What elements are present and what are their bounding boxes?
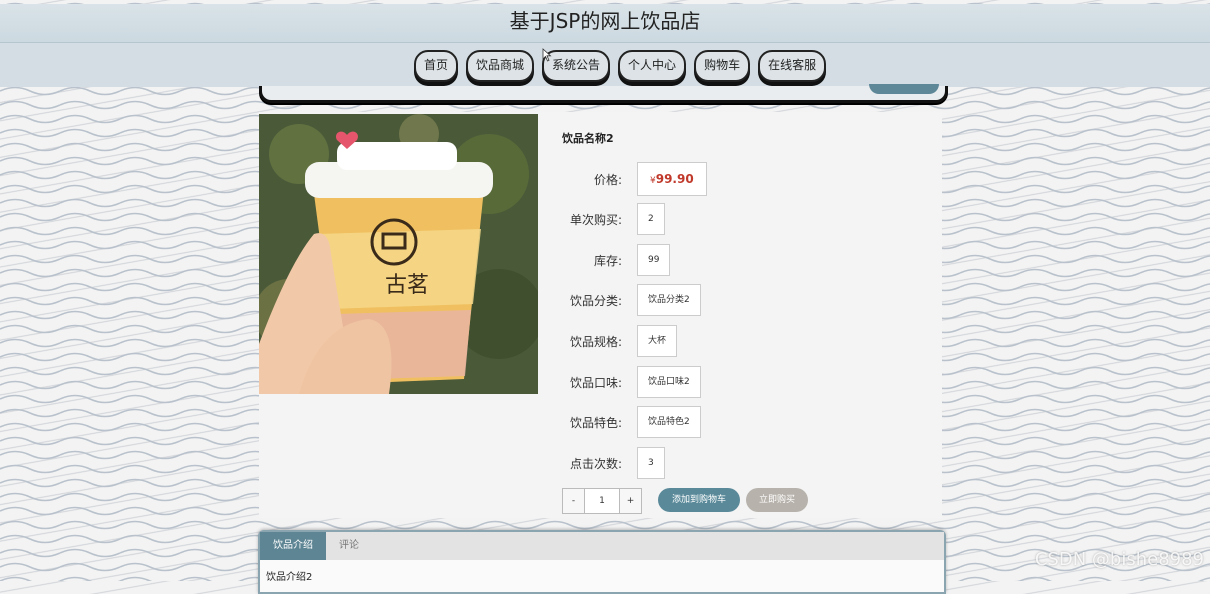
field-value: 饮品分类2 [637, 284, 701, 316]
field-row: 饮品规格: 大杯 [562, 325, 678, 357]
price-value: ¥99.90 [637, 162, 707, 196]
field-label: 单次购买: [569, 212, 622, 227]
quantity-increase-button[interactable]: + [620, 489, 641, 513]
search-button[interactable] [869, 84, 939, 94]
nav-announcements[interactable]: 系统公告 [542, 50, 611, 82]
field-label: 饮品分类: [569, 293, 622, 308]
field-label: 库存: [593, 253, 622, 268]
nav-user-center[interactable]: 个人中心 [618, 50, 687, 82]
product-name: 饮品名称2 [562, 132, 614, 145]
field-row: 饮品分类: 饮品分类2 [562, 284, 701, 316]
tab-drink-intro[interactable]: 饮品介绍 [260, 532, 326, 560]
tab-bar: 饮品介绍 评论 [260, 532, 944, 560]
add-to-cart-button[interactable]: 添加到购物车 [658, 488, 740, 512]
nav-home[interactable]: 首页 [414, 50, 459, 82]
field-value: 饮品特色2 [637, 406, 701, 438]
nav-drink-shop[interactable]: 饮品商城 [466, 50, 535, 82]
buy-now-button[interactable]: 立即购买 [746, 488, 808, 512]
field-label: 饮品规格: [569, 334, 622, 349]
field-row: 饮品特色: 饮品特色2 [562, 406, 701, 438]
quantity-input[interactable]: 1 [584, 489, 620, 513]
site-title: 基于JSP的网上饮品店 [0, 4, 1210, 42]
main-nav: 首页 饮品商城 系统公告 个人中心 购物车 在线客服 [414, 50, 827, 82]
mouse-cursor-icon [542, 48, 552, 62]
tab-comments[interactable]: 评论 [326, 532, 372, 560]
tab-content: 饮品介绍2 [266, 572, 313, 583]
price-row: 价格: ¥99.90 [562, 162, 707, 196]
nav-cart[interactable]: 购物车 [694, 50, 751, 82]
detail-tabs: 饮品介绍 评论 饮品介绍2 [258, 530, 946, 594]
price-amount: 99.90 [655, 172, 694, 186]
field-value: 2 [637, 203, 665, 235]
field-value: 99 [637, 244, 671, 276]
search-bar [259, 84, 948, 103]
quantity-stepper: - 1 + [562, 488, 642, 514]
field-value: 3 [637, 447, 665, 479]
nav-online-service[interactable]: 在线客服 [758, 50, 827, 82]
field-label: 点击次数: [569, 456, 622, 471]
price-label: 价格: [593, 172, 622, 187]
field-row: 单次购买: 2 [562, 203, 665, 235]
field-value: 大杯 [637, 325, 678, 357]
watermark: CSDN @bishe8989 [1034, 549, 1204, 570]
field-label: 饮品特色: [569, 415, 622, 430]
product-image: 古茗 [259, 114, 538, 394]
field-value: 饮品口味2 [637, 366, 701, 398]
quantity-decrease-button[interactable]: - [563, 489, 584, 513]
field-label: 饮品口味: [569, 375, 622, 390]
field-row: 饮品口味: 饮品口味2 [562, 366, 701, 398]
svg-text:古茗: 古茗 [385, 273, 429, 298]
field-row: 点击次数: 3 [562, 447, 665, 479]
field-row: 库存: 99 [562, 244, 671, 276]
